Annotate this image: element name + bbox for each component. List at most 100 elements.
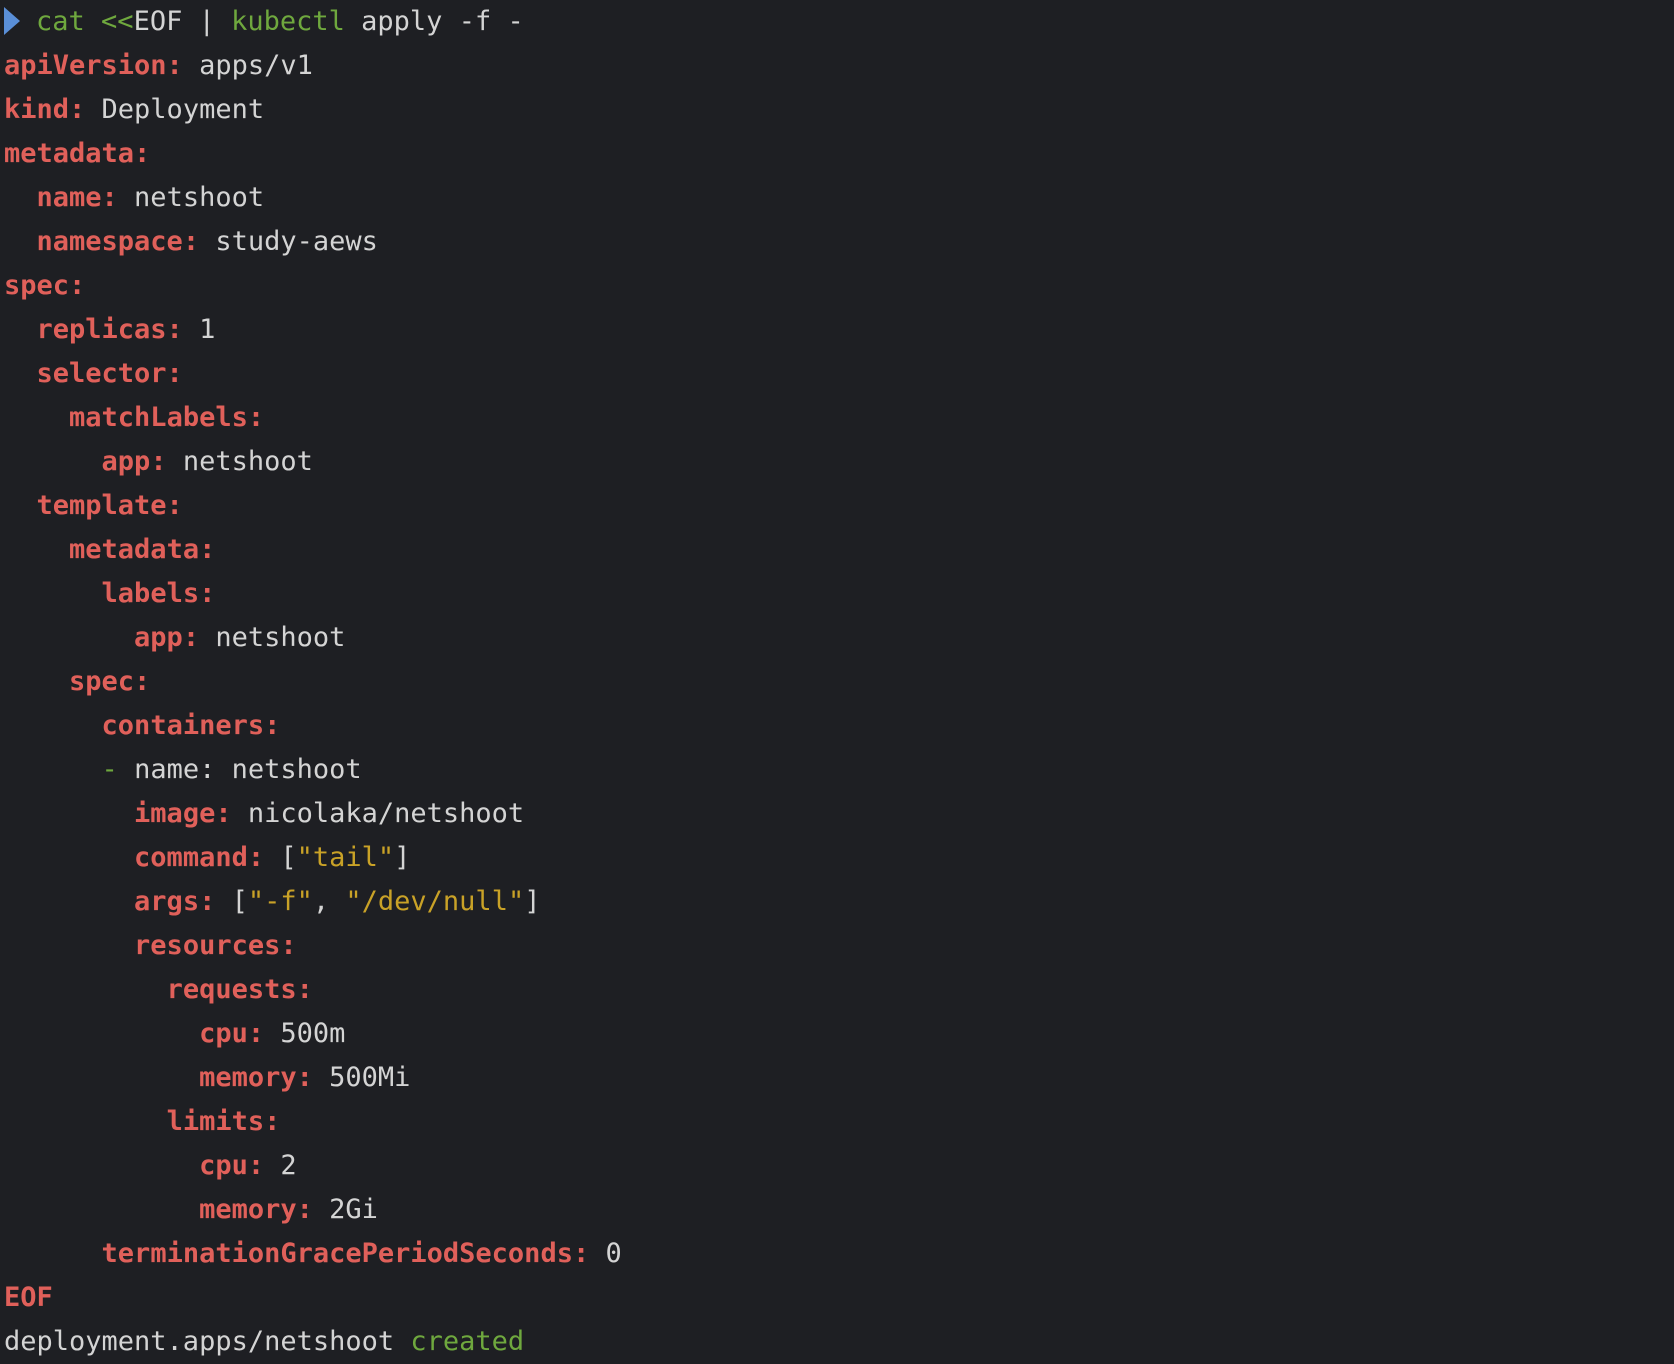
prompt-arrow-icon (4, 6, 20, 35)
text-segment: 0 (589, 1238, 622, 1269)
text-segment: kubectl (231, 6, 345, 37)
output-line: apiVersion: apps/v1 (4, 44, 313, 88)
text-segment: command: (134, 842, 265, 873)
text-segment: terminationGracePeriodSeconds: (101, 1238, 590, 1269)
text-segment: , (312, 886, 346, 917)
text-segment: spec: (69, 666, 151, 697)
text-segment: replicas: (36, 314, 183, 345)
output-line: template: (4, 484, 183, 528)
text-segment: image: (134, 798, 232, 829)
text-segment: deployment.apps/netshoot (4, 1326, 395, 1357)
text-segment: name: (36, 182, 118, 213)
text-segment: metadata: (69, 534, 216, 565)
output-line: labels: (4, 572, 216, 616)
output-line: deployment.apps/netshoot created (4, 1320, 524, 1364)
text-segment: memory: (199, 1194, 313, 1225)
output-line: name: netshoot (4, 176, 265, 220)
output-line: cpu: 2 (4, 1144, 297, 1188)
text-segment: [ (215, 886, 248, 917)
text-segment: << (84, 6, 134, 37)
text-segment: apply -f - (344, 6, 524, 37)
text-segment: netshoot (166, 446, 313, 477)
text-segment: 500Mi (312, 1062, 411, 1093)
output-line: cpu: 500m (4, 1012, 345, 1056)
text-segment: labels: (101, 578, 216, 609)
output-line: EOF (4, 1276, 53, 1320)
text-segment: Deployment (85, 94, 265, 125)
text-segment: ] (524, 886, 541, 917)
text-segment: cpu: (199, 1150, 265, 1181)
output-line: - name: netshoot (4, 748, 362, 792)
output-line: terminationGracePeriodSeconds: 0 (4, 1232, 622, 1276)
output-line: kind: Deployment (4, 88, 264, 132)
output-line: spec: (4, 660, 150, 704)
output-line: metadata: (4, 132, 150, 176)
text-segment: 2Gi (312, 1194, 378, 1225)
command-line: cat <<EOF | kubectl apply -f - (0, 0, 524, 44)
text-segment: EOF (4, 1282, 53, 1313)
text-segment: netshoot (199, 622, 346, 653)
text-segment: ] (394, 842, 411, 873)
output-line: spec: (4, 264, 85, 308)
text-segment: args: (134, 886, 216, 917)
output-line: namespace: study-aews (4, 220, 378, 264)
output-line: app: netshoot (4, 616, 345, 660)
text-segment: matchLabels: (69, 402, 265, 433)
text-segment: template: (36, 490, 183, 521)
output-line: memory: 500Mi (4, 1056, 410, 1100)
text-segment: netshoot (117, 182, 265, 213)
output-line: containers: (4, 704, 281, 748)
text-segment: "/dev/null" (345, 886, 525, 917)
text-segment: nicolaka/netshoot (231, 798, 525, 829)
output-line: memory: 2Gi (4, 1188, 378, 1232)
output-line: command: ["tail"] (4, 836, 410, 880)
text-segment: "tail" (296, 842, 395, 873)
text-segment: - (101, 754, 118, 785)
text-segment: cpu: (199, 1018, 265, 1049)
terminal-output[interactable]: cat <<EOF | kubectl apply -f - apiVersion… (0, 0, 1674, 1357)
output-line: replicas: 1 (4, 308, 216, 352)
text-segment: created (394, 1326, 525, 1357)
text-segment: 1 (182, 314, 216, 345)
text-segment: 2 (264, 1150, 297, 1181)
text-segment: limits: (166, 1106, 281, 1137)
text-segment: "-f" (247, 886, 313, 917)
output-line: app: netshoot (4, 440, 313, 484)
output-line: requests: (4, 968, 313, 1012)
text-segment: spec: (4, 270, 86, 301)
text-segment: metadata: (4, 138, 151, 169)
text-segment: [ (264, 842, 297, 873)
output-line: resources: (4, 924, 297, 968)
text-segment: cat (36, 6, 85, 37)
text-segment: memory: (199, 1062, 313, 1093)
output-line: image: nicolaka/netshoot (4, 792, 524, 836)
text-segment: kind: (4, 94, 86, 125)
text-segment: namespace: (36, 226, 200, 257)
text-segment: apps/v1 (182, 50, 313, 81)
text-segment: requests: (166, 974, 313, 1005)
text-segment: selector: (36, 358, 183, 389)
text-segment: containers: (101, 710, 281, 741)
text-segment: resources: (134, 930, 297, 961)
